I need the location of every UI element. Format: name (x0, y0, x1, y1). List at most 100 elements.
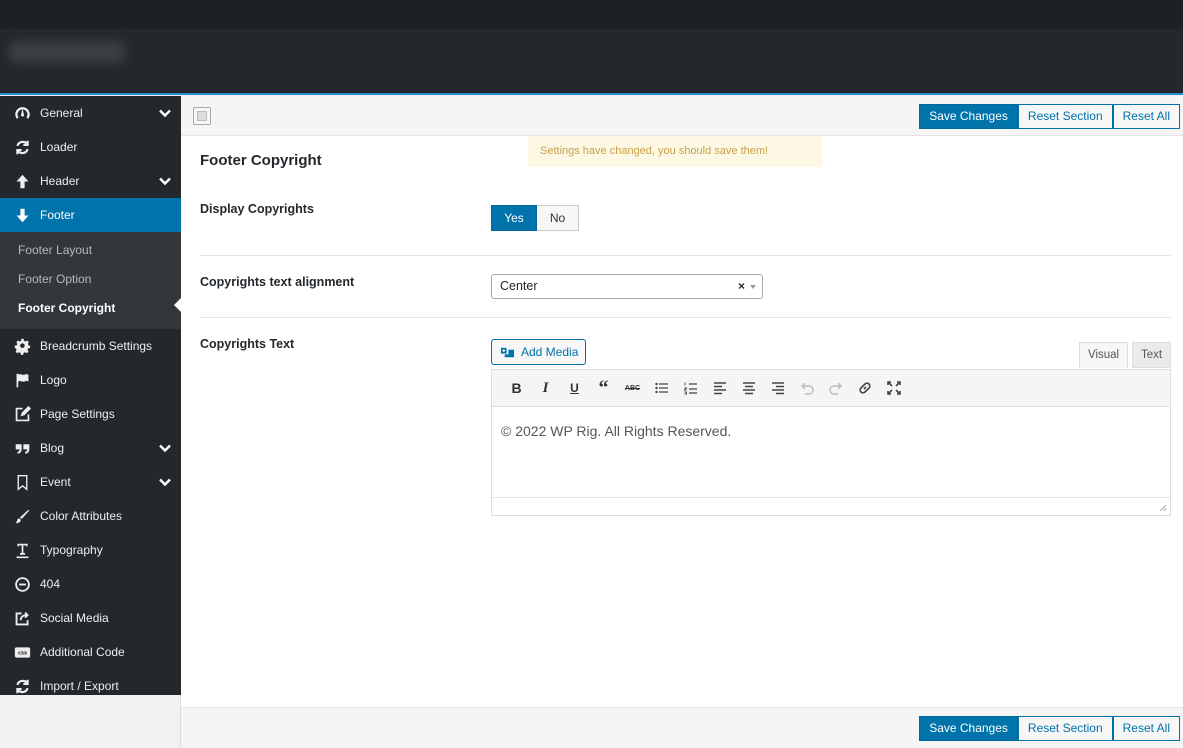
submenu-item-footer-layout[interactable]: Footer Layout (0, 236, 181, 265)
blockquote-button[interactable]: “ (589, 374, 618, 402)
sidebar-item-typography[interactable]: Typography (0, 533, 181, 567)
sidebar-item-label: Breadcrumb Settings (40, 339, 153, 353)
fullscreen-button[interactable] (879, 374, 908, 402)
bottom-action-bar: Save Changes Reset Section Reset All (181, 707, 1183, 748)
alignment-selected-value: Center (500, 279, 538, 293)
bullet-list-icon (654, 382, 668, 394)
sidebar-item-breadcrumb-settings[interactable]: Breadcrumb Settings (0, 329, 181, 363)
copyrights-text-editor: B I U “ ABC © 2022 WP Rig. All Rights Re… (491, 369, 1171, 516)
current-indicator-arrow (174, 298, 181, 312)
undo-button[interactable] (792, 374, 821, 402)
add-media-button[interactable]: Add Media (491, 339, 587, 365)
sidebar-item-label: Social Media (40, 611, 109, 625)
sidebar-item-logo[interactable]: Logo (0, 363, 181, 397)
list-icon (197, 111, 207, 121)
bottom-button-group: Save Changes Reset Section Reset All (919, 716, 1180, 741)
numbered-list-icon (682, 382, 697, 395)
chevron-down-icon (159, 107, 171, 119)
italic-icon: I (542, 379, 549, 396)
gear-icon (12, 336, 32, 356)
refresh-icon (12, 676, 32, 696)
bookmark-icon (12, 472, 32, 492)
align-left-button[interactable] (705, 374, 734, 402)
editor-content[interactable]: © 2022 WP Rig. All Rights Reserved. (492, 407, 1170, 497)
strikethrough-icon: ABC (624, 384, 641, 392)
italic-button[interactable]: I (531, 374, 560, 402)
top-button-group: Save Changes Reset Section Reset All (919, 104, 1180, 129)
sidebar-item-page-settings[interactable]: Page Settings (0, 397, 181, 431)
sidebar-item-label: Footer (40, 208, 75, 222)
options-main-panel: Save Changes Reset Section Reset All Set… (181, 96, 1183, 748)
sidebar-item-header[interactable]: Header (0, 164, 181, 198)
insert-link-button[interactable] (850, 374, 879, 402)
sidebar-item-loader[interactable]: Loader (0, 130, 181, 164)
sidebar-item-label: Additional Code (40, 645, 125, 659)
dashboard-icon (12, 103, 32, 123)
editor-toolbar: B I U “ ABC (492, 370, 1170, 407)
display-copyrights-label: Display Copyrights (200, 202, 314, 216)
sidebar-item-label: Typography (40, 543, 103, 557)
sidebar-item-color-attributes[interactable]: Color Attributes (0, 499, 181, 533)
sidebar-item-label: Loader (40, 140, 78, 154)
submenu-item-footer-option[interactable]: Footer Option (0, 265, 181, 294)
align-center-icon (742, 382, 755, 395)
chevron-down-icon (159, 476, 171, 488)
tab-text[interactable]: Text (1132, 342, 1172, 368)
underline-icon: U (570, 381, 579, 395)
reset-all-button[interactable]: Reset All (1112, 104, 1180, 129)
minus-circle-icon (12, 574, 32, 594)
sidebar-item-label: Event (40, 475, 71, 489)
bullet-list-button[interactable] (647, 374, 676, 402)
alignment-select[interactable]: Center × (491, 274, 763, 299)
tab-visual[interactable]: Visual (1079, 342, 1129, 368)
top-action-bar: Save Changes Reset Section Reset All (181, 96, 1183, 136)
align-right-icon (771, 382, 784, 395)
submenu-item-footer-copyright[interactable]: Footer Copyright (0, 294, 181, 323)
expand-options-button[interactable] (193, 107, 211, 125)
clear-icon[interactable]: × (738, 275, 745, 298)
switch-no-button[interactable]: No (537, 205, 579, 231)
align-left-icon (713, 382, 726, 395)
sidebar-item-label: Logo (40, 373, 67, 387)
arrow-down-icon (12, 205, 32, 225)
undo-icon (800, 382, 814, 395)
sidebar-item-event[interactable]: Event (0, 465, 181, 499)
underline-button[interactable]: U (560, 374, 589, 402)
resize-grip-icon[interactable] (1159, 504, 1167, 512)
sidebar-item-additional-code[interactable]: css Additional Code (0, 635, 181, 669)
panel-header (0, 29, 1183, 95)
sidebar-footer-area (0, 695, 181, 748)
align-center-button[interactable] (734, 374, 763, 402)
row-display-copyrights: Display Copyrights (200, 192, 1171, 256)
sidebar-item-label: Blog (40, 441, 65, 455)
save-changes-button[interactable]: Save Changes (919, 104, 1018, 129)
brush-icon (12, 506, 32, 526)
sidebar-item-blog[interactable]: Blog (0, 431, 181, 465)
flag-icon (12, 370, 32, 390)
align-right-button[interactable] (763, 374, 792, 402)
reset-section-button[interactable]: Reset Section (1017, 104, 1113, 129)
sidebar-item-label: Page Settings (40, 407, 115, 421)
chevron-down-icon (159, 442, 171, 454)
bold-button[interactable]: B (502, 374, 531, 402)
sidebar-item-404[interactable]: 404 (0, 567, 181, 601)
link-icon (858, 382, 871, 394)
reset-all-button[interactable]: Reset All (1112, 716, 1180, 741)
save-changes-button[interactable]: Save Changes (919, 716, 1018, 741)
css-icon: css (12, 642, 32, 662)
sidebar-item-footer[interactable]: Footer (0, 198, 181, 232)
sidebar-item-label: Header (40, 174, 80, 188)
sidebar-item-social-media[interactable]: Social Media (0, 601, 181, 635)
strikethrough-button[interactable]: ABC (618, 374, 647, 402)
options-sidebar: General Loader Header Footer Footer Layo… (0, 96, 181, 695)
redo-button[interactable] (821, 374, 850, 402)
refresh-icon (12, 137, 32, 157)
reset-section-button[interactable]: Reset Section (1017, 716, 1113, 741)
numbered-list-button[interactable] (676, 374, 705, 402)
media-icon (500, 347, 515, 357)
editor-statusbar (492, 497, 1170, 515)
sidebar-item-label: General (40, 106, 83, 120)
switch-yes-button[interactable]: Yes (491, 205, 537, 231)
quote-icon (12, 438, 32, 458)
sidebar-item-general[interactable]: General (0, 96, 181, 130)
